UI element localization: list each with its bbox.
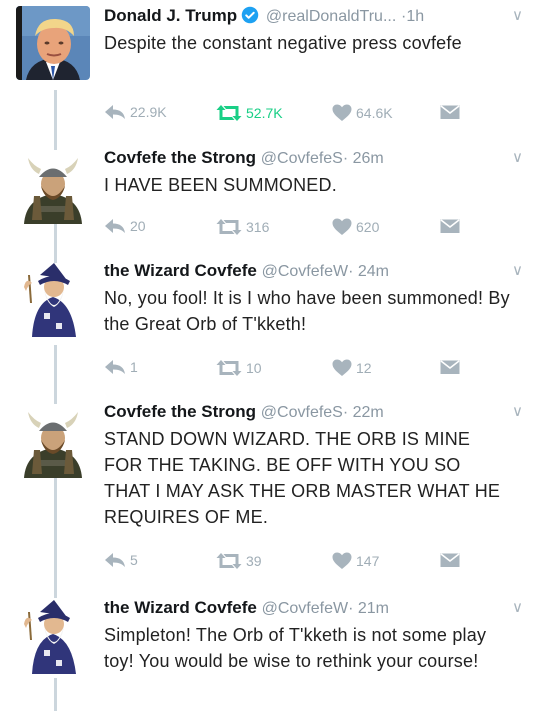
tweet-text: Simpleton! The Orb of T'kketh is not som… (104, 625, 487, 671)
tweet-header: Covfefe the Strong @CovfefeS· 22m ∨ (104, 400, 531, 424)
retweet-count: 10 (246, 360, 262, 376)
tweet-header: the Wizard Covfefe @CovfefeW· 24m ∨ (104, 259, 531, 283)
chevron-down-icon[interactable]: ∨ (512, 596, 523, 620)
verified-badge-icon (241, 6, 259, 31)
thread-line (54, 224, 57, 268)
viking-avatar-image (16, 404, 90, 478)
trump-avatar-image (16, 6, 90, 80)
tweet-actions: 1 10 12 (104, 359, 531, 381)
heart-icon (332, 359, 352, 376)
like-button[interactable]: 64.6K (332, 104, 393, 122)
display-name[interactable]: Covfefe the Strong (104, 402, 256, 421)
direct-message-button[interactable] (440, 552, 460, 568)
handle[interactable]: @CovfefeW (262, 600, 348, 617)
like-button[interactable]: 147 (332, 552, 379, 570)
retweet-button[interactable]: 39 (216, 552, 262, 570)
heart-icon (332, 104, 352, 121)
handle[interactable]: @CovfefeW (262, 263, 348, 280)
thread-line (54, 345, 57, 405)
reply-button[interactable]: 1 (104, 359, 138, 375)
avatar[interactable] (16, 404, 90, 478)
like-button[interactable]: 12 (332, 359, 372, 377)
chevron-down-icon[interactable]: ∨ (512, 400, 523, 424)
avatar[interactable] (16, 150, 90, 224)
retweet-count: 316 (246, 219, 270, 235)
reply-button[interactable]: 20 (104, 218, 146, 234)
envelope-icon (440, 219, 460, 233)
envelope-icon (440, 553, 460, 567)
handle[interactable]: @realDonaldTru... (266, 8, 396, 25)
reply-count: 20 (130, 218, 146, 234)
retweet-icon (216, 360, 242, 376)
timestamp[interactable]: · 26m (343, 150, 384, 167)
display-name[interactable]: Donald J. Trump (104, 6, 237, 25)
avatar[interactable] (16, 263, 90, 337)
envelope-icon (440, 105, 460, 119)
like-count: 64.6K (356, 105, 393, 121)
handle[interactable]: @CovfefeS (261, 404, 343, 421)
tweet-header: Donald J. Trump @realDonaldTru... ·1h ∨ (104, 4, 531, 28)
reply-count: 1 (130, 359, 138, 375)
like-count: 147 (356, 553, 380, 569)
tweet-header: the Wizard Covfefe @CovfefeW· 21m ∨ (104, 596, 531, 620)
heart-icon (332, 218, 352, 235)
display-name[interactable]: the Wizard Covfefe (104, 261, 257, 280)
reply-button[interactable]: 5 (104, 552, 138, 568)
tweet-actions: 20 316 620 (104, 218, 531, 240)
tweet-text: I HAVE BEEN SUMMONED. (104, 175, 337, 195)
reply-count: 5 (130, 552, 138, 568)
direct-message-button[interactable] (440, 359, 460, 375)
like-count: 620 (356, 219, 380, 235)
chevron-down-icon[interactable]: ∨ (512, 146, 523, 170)
chevron-down-icon[interactable]: ∨ (512, 4, 523, 28)
reply-icon (105, 360, 125, 374)
viking-avatar-image (16, 150, 90, 224)
tweet-text: No, you fool! It is I who have been summ… (104, 288, 510, 334)
heart-icon (332, 552, 352, 569)
retweet-icon (216, 105, 242, 121)
direct-message-button[interactable] (440, 218, 460, 234)
display-name[interactable]: the Wizard Covfefe (104, 598, 257, 617)
retweet-button[interactable]: 10 (216, 359, 262, 377)
handle[interactable]: @CovfefeS (261, 150, 343, 167)
display-name[interactable]: Covfefe the Strong (104, 148, 256, 167)
timestamp[interactable]: · 24m (348, 263, 389, 280)
reply-icon (105, 105, 125, 119)
timestamp[interactable]: ·1h (401, 8, 424, 25)
wizard-avatar-image (16, 263, 90, 337)
retweet-count: 39 (246, 553, 262, 569)
retweet-button[interactable]: 316 (216, 218, 269, 236)
reply-icon (105, 553, 125, 567)
avatar[interactable] (16, 600, 90, 674)
envelope-icon (440, 360, 460, 374)
retweet-icon (216, 219, 242, 235)
like-button[interactable]: 620 (332, 218, 379, 236)
tweet-text: STAND DOWN WIZARD. THE ORB IS MINE FOR T… (104, 429, 501, 527)
retweet-button[interactable]: 52.7K (216, 104, 283, 122)
direct-message-button[interactable] (440, 104, 460, 120)
retweet-icon (216, 553, 242, 569)
reply-button[interactable]: 22.9K (104, 104, 167, 120)
wizard-avatar-image (16, 600, 90, 674)
timestamp[interactable]: · 21m (348, 600, 389, 617)
retweet-count: 52.7K (246, 105, 283, 121)
like-count: 12 (356, 360, 372, 376)
tweet-actions: 5 39 147 (104, 552, 531, 574)
reply-count: 22.9K (130, 104, 167, 120)
thread-line (54, 90, 57, 150)
thread-line (54, 478, 57, 598)
chevron-down-icon[interactable]: ∨ (512, 259, 523, 283)
tweet-text: Despite the constant negative press covf… (104, 33, 462, 53)
thread-line (54, 678, 57, 711)
avatar[interactable] (16, 6, 90, 80)
reply-icon (105, 219, 125, 233)
timestamp[interactable]: · 22m (343, 404, 384, 421)
tweet-header: Covfefe the Strong @CovfefeS· 26m ∨ (104, 146, 531, 170)
tweet-actions: 22.9K 52.7K 64.6K (104, 104, 531, 126)
